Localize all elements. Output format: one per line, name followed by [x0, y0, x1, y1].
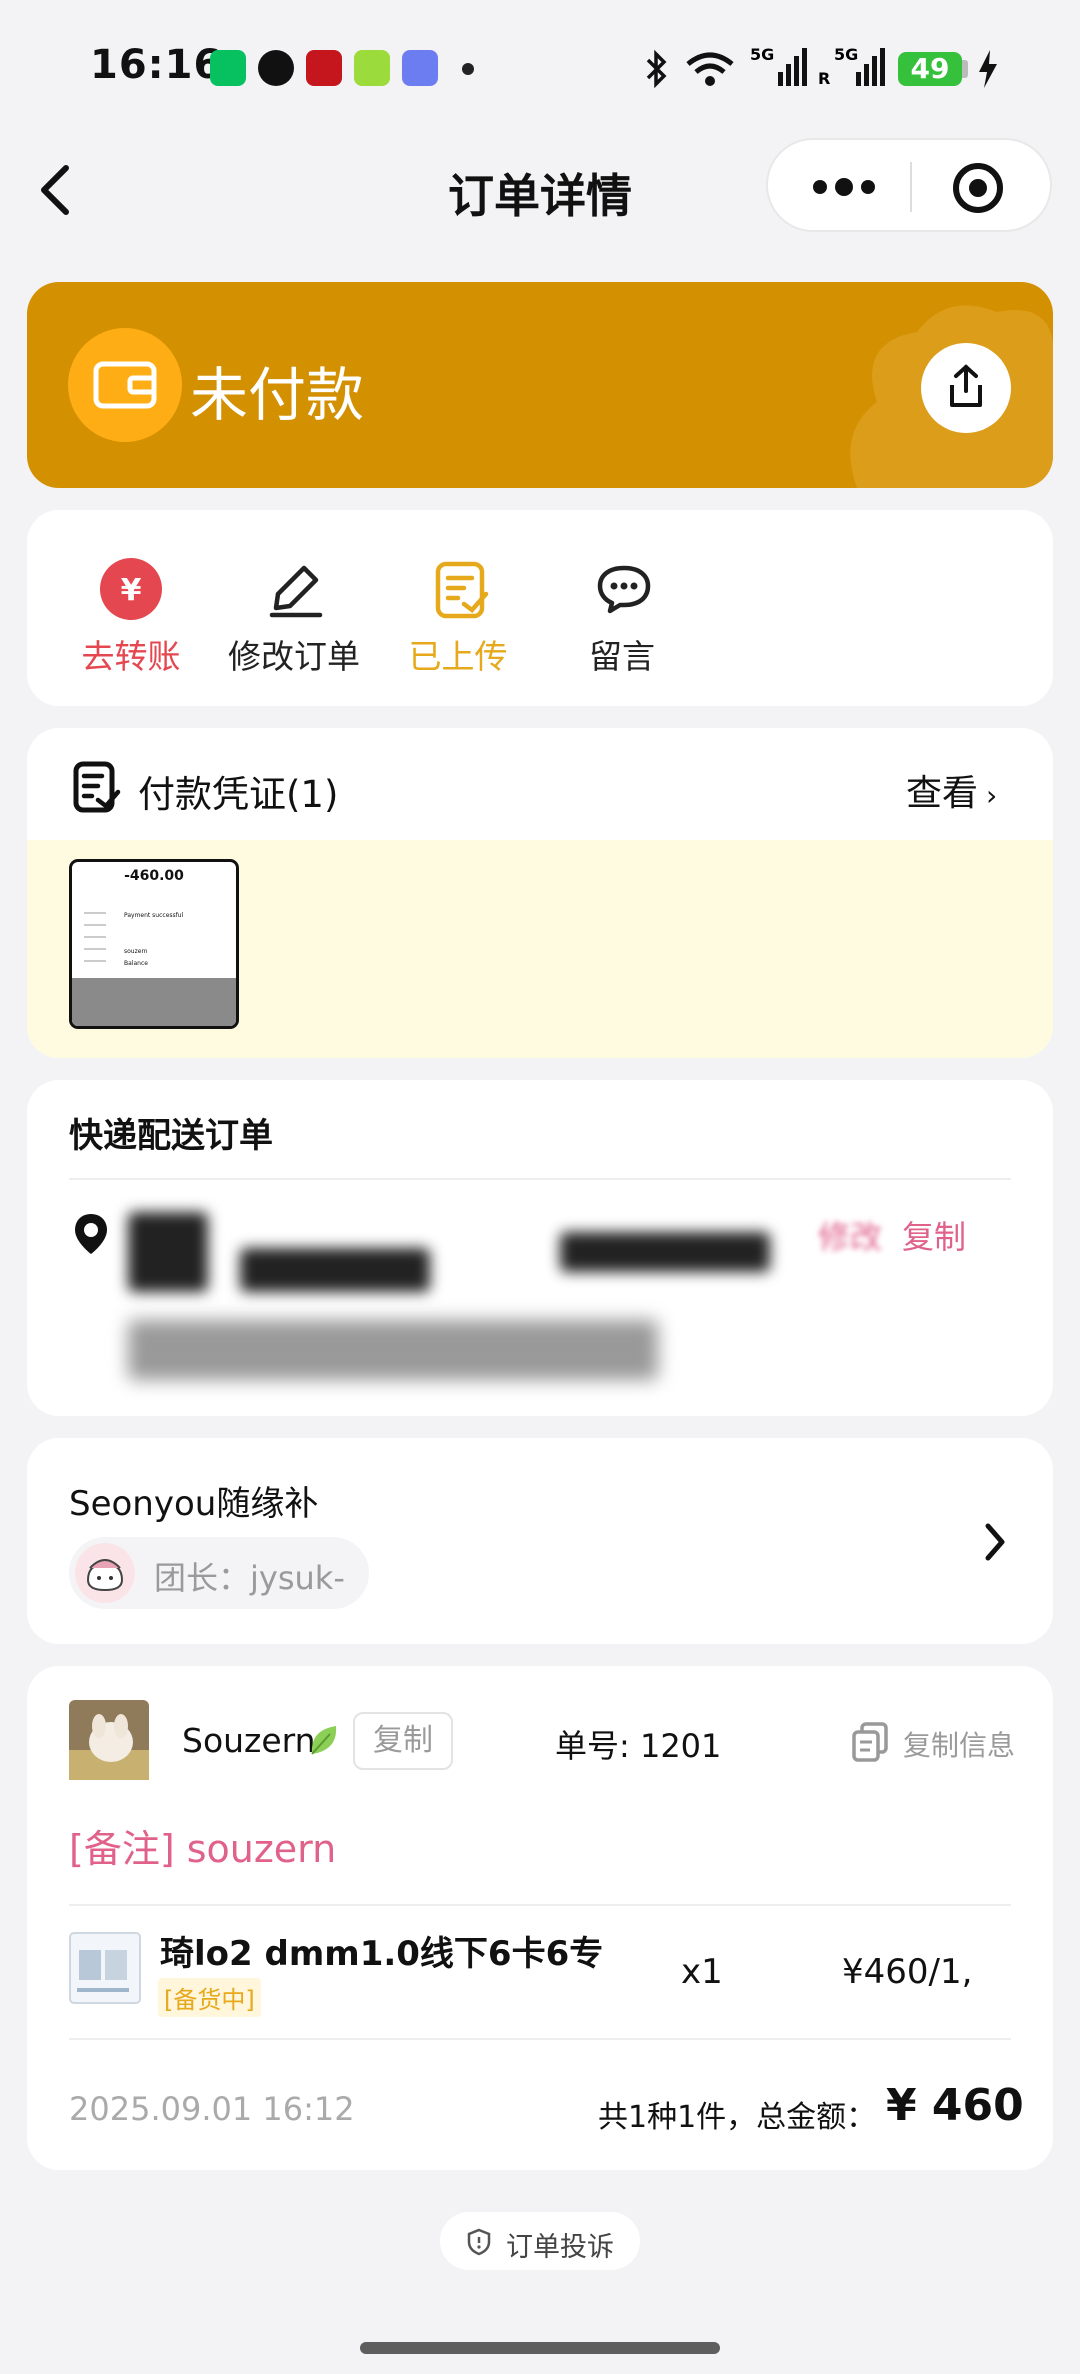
svg-text:¥: ¥ [121, 573, 142, 608]
more-notifications-dot [462, 63, 474, 75]
product-quantity: x1 [681, 1952, 723, 1992]
receipt-status: Payment successful [124, 912, 184, 919]
home-indicator[interactable] [360, 2342, 720, 2354]
leader-avatar [75, 1543, 135, 1603]
delivery-title: 快递配送订单 [69, 1116, 273, 1156]
receipt-payee: souzern [124, 948, 148, 955]
view-proof-label: 查看 [906, 773, 979, 814]
receipt-amount: -460.00 [124, 868, 184, 884]
mini-program-capsule [766, 138, 1052, 232]
app-icon-red [306, 50, 342, 86]
charging-icon [979, 50, 997, 88]
receipt-label-column [84, 912, 106, 972]
receipt-footer-shade [72, 978, 236, 1026]
more-options-icon[interactable] [804, 170, 884, 204]
payment-proof-title: 付款凭证(1) [138, 773, 339, 816]
redacted-address [128, 1320, 658, 1380]
copy-buyer-button[interactable]: 复制 [353, 1712, 453, 1770]
app-icon-green [354, 50, 390, 86]
complaint-button[interactable]: 订单投诉 [440, 2212, 640, 2270]
leader-label: 团长：jysuk- [154, 1559, 345, 1597]
close-miniprogram-icon[interactable] [950, 160, 1006, 216]
signal-5g-roaming-icon: R5G [818, 45, 885, 88]
stock-status-badge: [备货中] [158, 1978, 261, 2017]
signal-5g-icon: 5G [750, 45, 807, 86]
action-message[interactable]: 留言 [542, 630, 702, 678]
delivery-edit-button[interactable]: 修改 [818, 1212, 882, 1258]
message-icon[interactable] [596, 564, 652, 614]
receipt-icon [73, 761, 121, 813]
share-icon [950, 364, 982, 407]
redacted-phone [560, 1232, 770, 1272]
battery-cap [962, 60, 968, 78]
app-icon-game [402, 50, 438, 86]
delivery-divider [69, 1178, 1011, 1180]
copy-info-button[interactable]: 复制信息 [903, 1724, 1015, 1764]
wallet-icon [68, 328, 182, 442]
order-date: 2025.09.01 16:12 [69, 2090, 355, 2128]
leaf-icon [311, 1726, 337, 1755]
action-transfer[interactable]: 去转账 [51, 630, 211, 678]
product-price: ¥460/1, [842, 1952, 973, 1992]
order-number: 单号: 1201 [555, 1727, 722, 1765]
group-name: Seonyou随缘补 [69, 1484, 319, 1524]
order-summary: 共1种1件，总金额： [598, 2100, 877, 2135]
order-status-banner [27, 282, 1053, 488]
capsule-divider [910, 162, 912, 212]
wechat-icon [210, 50, 246, 86]
uploaded-icon[interactable] [434, 560, 490, 620]
qq-icon [258, 50, 294, 86]
buyer-avatar [69, 1700, 149, 1780]
edit-order-icon[interactable] [268, 562, 324, 618]
redacted-name [240, 1248, 430, 1292]
chevron-right-icon: › [986, 779, 998, 812]
order-note: [备注] souzern [69, 1827, 337, 1871]
chevron-right-icon[interactable] [982, 1522, 1008, 1562]
share-button[interactable] [921, 343, 1011, 433]
shield-icon [467, 2228, 491, 2256]
bluetooth-icon [646, 49, 667, 89]
order-divider-top [69, 1904, 1011, 1906]
order-total: ¥ 460 [886, 2080, 1024, 2131]
buyer-name: Souzern [182, 1721, 316, 1760]
copy-info-icon[interactable] [850, 1720, 890, 1764]
action-edit-order[interactable]: 修改订单 [214, 630, 374, 678]
delivery-copy-button[interactable]: 复制 [902, 1212, 966, 1258]
location-pin-icon [75, 1214, 107, 1254]
receipt-method: Balance [124, 960, 148, 967]
wifi-icon [686, 52, 734, 86]
product-name: 琦lo2 dmm1.0线下6卡6专 [160, 1934, 604, 1974]
transfer-icon[interactable]: ¥ [100, 558, 162, 620]
proof-thumbnail[interactable]: -460.00 Payment successful souzern Balan… [69, 859, 239, 1029]
svg-text:R: R [818, 69, 830, 88]
battery-indicator: 49 [898, 52, 962, 86]
order-status-text: 未付款 [190, 361, 365, 429]
svg-text:5G: 5G [750, 45, 774, 64]
redacted-recipient [128, 1212, 208, 1292]
order-divider-bottom [69, 2038, 1011, 2040]
view-proof-link[interactable]: 查看 › [906, 764, 997, 816]
svg-text:5G: 5G [834, 45, 858, 64]
complaint-label: 订单投诉 [506, 2232, 614, 2263]
status-time: 16:16 [90, 42, 223, 88]
action-uploaded[interactable]: 已上传 [378, 630, 538, 678]
status-bar: 16:16 5G R 5G 49 [0, 0, 1080, 130]
product-thumbnail [69, 1932, 141, 2004]
